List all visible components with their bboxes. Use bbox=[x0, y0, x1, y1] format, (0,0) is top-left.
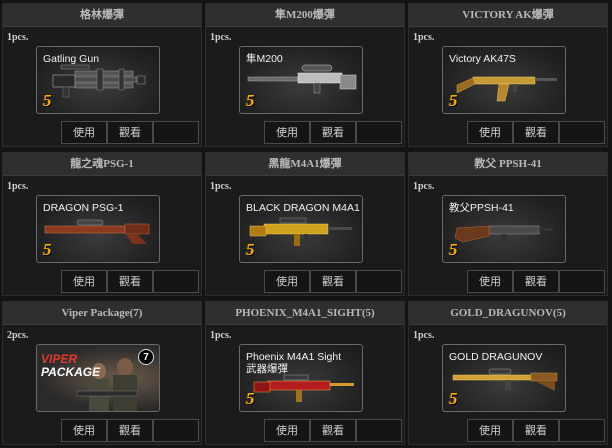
item-count: 2pcs. bbox=[7, 330, 29, 341]
grade-badge: 5 bbox=[246, 91, 255, 110]
view-button[interactable]: 觀看 bbox=[107, 419, 153, 442]
item-cell: 隼M200爆彈 1pcs. 隼M200 5 使用 觀看 bbox=[205, 3, 405, 147]
item-count: 1pcs. bbox=[413, 330, 435, 341]
view-button[interactable]: 觀看 bbox=[310, 270, 356, 293]
empty-button-slot bbox=[559, 270, 605, 293]
item-cell: 格林爆彈 1pcs. Gatling Gun 5 使用 觀看 bbox=[2, 3, 202, 147]
item-cell: GOLD_DRAGUNOV(5) 1pcs. GOLD DRAGUNOV 5 使… bbox=[408, 301, 608, 445]
item-cell: VICTORY AK爆彈 1pcs. Victory AK47S 5 使用 觀看 bbox=[408, 3, 608, 147]
grade-badge: 5 bbox=[43, 91, 52, 110]
item-count: 1pcs. bbox=[210, 32, 232, 43]
view-button[interactable]: 觀看 bbox=[310, 121, 356, 144]
item-image[interactable]: DRAGON PSG-1 5 bbox=[36, 195, 160, 263]
use-button[interactable]: 使用 bbox=[264, 270, 310, 293]
item-image[interactable]: 教父PPSH-41 5 bbox=[442, 195, 566, 263]
empty-button-slot bbox=[356, 419, 402, 442]
item-image[interactable]: Phoenix M4A1 Sight 武器爆彈 5 bbox=[239, 344, 363, 412]
item-cell: 黑龍M4A1爆彈 1pcs. BLACK DRAGON M4A1 5 使用 觀看 bbox=[205, 152, 405, 296]
item-name: DRAGON PSG-1 bbox=[43, 202, 124, 214]
item-count: 1pcs. bbox=[7, 181, 29, 192]
empty-button-slot bbox=[356, 121, 402, 144]
use-button[interactable]: 使用 bbox=[467, 270, 513, 293]
empty-button-slot bbox=[559, 121, 605, 144]
view-button[interactable]: 觀看 bbox=[107, 270, 153, 293]
view-button[interactable]: 觀看 bbox=[107, 121, 153, 144]
item-title: Viper Package(7) bbox=[3, 302, 201, 325]
use-button[interactable]: 使用 bbox=[61, 121, 107, 144]
view-button[interactable]: 觀看 bbox=[513, 270, 559, 293]
item-count: 1pcs. bbox=[413, 181, 435, 192]
view-button[interactable]: 觀看 bbox=[513, 419, 559, 442]
item-cell: 龍之魂PSG-1 1pcs. DRAGON PSG-1 5 使用 觀看 bbox=[2, 152, 202, 296]
item-image[interactable]: Victory AK47S 5 bbox=[442, 46, 566, 114]
item-count: 1pcs. bbox=[7, 32, 29, 43]
grade-badge: 5 bbox=[449, 91, 458, 110]
item-image[interactable]: VIPER PACKAGE 7 bbox=[36, 344, 160, 412]
item-cell: Viper Package(7) 2pcs. VIPER PACKAGE 7 使… bbox=[2, 301, 202, 445]
grade-badge: 5 bbox=[246, 240, 255, 259]
grade-badge: 5 bbox=[43, 240, 52, 259]
empty-button-slot bbox=[153, 419, 199, 442]
use-button[interactable]: 使用 bbox=[61, 419, 107, 442]
item-name: BLACK DRAGON M4A1 bbox=[246, 202, 360, 214]
item-image[interactable]: BLACK DRAGON M4A1 5 bbox=[239, 195, 363, 263]
package-count-badge: 7 bbox=[138, 349, 154, 365]
item-title: GOLD_DRAGUNOV(5) bbox=[409, 302, 607, 325]
item-title: 格林爆彈 bbox=[3, 4, 201, 27]
item-cell: PHOENIX_M4A1_SIGHT(5) 1pcs. Phoenix M4A1… bbox=[205, 301, 405, 445]
item-title: PHOENIX_M4A1_SIGHT(5) bbox=[206, 302, 404, 325]
use-button[interactable]: 使用 bbox=[264, 121, 310, 144]
item-title: 黑龍M4A1爆彈 bbox=[206, 153, 404, 176]
package-title-line2: PACKAGE bbox=[41, 365, 101, 379]
item-name: Gatling Gun bbox=[43, 53, 100, 65]
item-count: 1pcs. bbox=[210, 330, 232, 341]
item-cell: 教父 PPSH-41 1pcs. 教父PPSH-41 5 使用 觀看 bbox=[408, 152, 608, 296]
item-name: GOLD DRAGUNOV bbox=[449, 351, 543, 363]
item-count: 1pcs. bbox=[413, 32, 435, 43]
item-name: Victory AK47S bbox=[449, 53, 516, 65]
empty-button-slot bbox=[356, 270, 402, 293]
grade-badge: 5 bbox=[246, 389, 255, 408]
use-button[interactable]: 使用 bbox=[264, 419, 310, 442]
item-count: 1pcs. bbox=[210, 181, 232, 192]
use-button[interactable]: 使用 bbox=[467, 121, 513, 144]
view-button[interactable]: 觀看 bbox=[513, 121, 559, 144]
empty-button-slot bbox=[559, 419, 605, 442]
item-title: VICTORY AK爆彈 bbox=[409, 4, 607, 27]
item-title: 龍之魂PSG-1 bbox=[3, 153, 201, 176]
item-name: 教父PPSH-41 bbox=[449, 202, 514, 214]
item-image[interactable]: 隼M200 5 bbox=[239, 46, 363, 114]
package-title: VIPER PACKAGE bbox=[41, 353, 100, 379]
item-title: 隼M200爆彈 bbox=[206, 4, 404, 27]
grade-badge: 5 bbox=[449, 389, 458, 408]
use-button[interactable]: 使用 bbox=[467, 419, 513, 442]
empty-button-slot bbox=[153, 121, 199, 144]
view-button[interactable]: 觀看 bbox=[310, 419, 356, 442]
empty-button-slot bbox=[153, 270, 199, 293]
item-image[interactable]: GOLD DRAGUNOV 5 bbox=[442, 344, 566, 412]
item-name: Phoenix M4A1 Sight 武器爆彈 bbox=[246, 351, 342, 375]
use-button[interactable]: 使用 bbox=[61, 270, 107, 293]
item-name: 隼M200 bbox=[246, 53, 283, 65]
item-title: 教父 PPSH-41 bbox=[409, 153, 607, 176]
item-image[interactable]: Gatling Gun 5 bbox=[36, 46, 160, 114]
grade-badge: 5 bbox=[449, 240, 458, 259]
